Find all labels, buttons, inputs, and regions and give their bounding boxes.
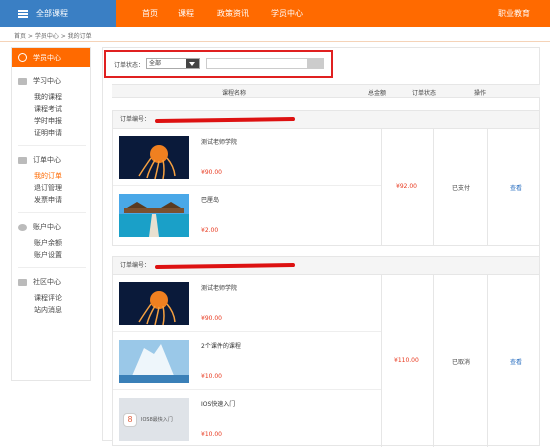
col-course-name: 课程名称	[222, 90, 247, 97]
course-price: ¥90.00	[201, 315, 222, 322]
list-item: 8 IOS8最快入门 IOS快速入门 ¥10.00	[113, 391, 381, 448]
course-thumbnail-bali[interactable]	[119, 194, 189, 237]
divider	[381, 129, 382, 245]
divider	[18, 212, 86, 213]
thumbnail-caption: IOS8最快入门	[141, 417, 173, 423]
course-name[interactable]: IOS快速入门	[201, 399, 235, 408]
nav-courses[interactable]: 课程	[178, 8, 194, 19]
section-title-orders: 订单中心	[33, 156, 61, 164]
sidebar-item-certificate[interactable]: 证明申请	[18, 127, 90, 139]
sidebar-section-title: 学习中心	[18, 75, 90, 87]
order-status-select[interactable]: 全部	[146, 58, 200, 69]
course-thumbnail-jellyfish[interactable]	[119, 282, 189, 325]
sidebar-section-account: 账户中心 账户余额 账户设置	[12, 221, 90, 268]
sidebar-section-community: 社区中心 课程评论 站内消息	[12, 276, 90, 316]
divider	[433, 275, 434, 447]
section-title-community: 社区中心	[33, 278, 61, 286]
sidebar-section-title: 订单中心	[18, 154, 90, 166]
sidebar-header[interactable]: 学员中心	[12, 48, 90, 67]
sidebar-section-orders: 订单中心 我的订单 退订管理 发票申请	[12, 154, 90, 213]
col-action: 操作	[474, 90, 487, 97]
list-item: 测试老师学院 ¥90.00	[113, 275, 381, 332]
order-total: ¥110.00	[394, 357, 419, 364]
course-name[interactable]: 测试老师学院	[201, 137, 237, 146]
divider	[381, 275, 382, 447]
order-status-select-value: 全部	[149, 60, 162, 67]
order-number-label: 订单编号：	[120, 262, 151, 269]
nav-vocational-education[interactable]: 职业教育	[498, 0, 530, 27]
dollar-icon	[18, 223, 27, 231]
sidebar-item-hours-report[interactable]: 学时申报	[18, 115, 90, 127]
sidebar-item-messages[interactable]: 站内消息	[18, 304, 90, 316]
sidebar-header-label: 学员中心	[33, 53, 61, 62]
edit-icon	[18, 156, 27, 164]
course-price: ¥10.00	[201, 431, 222, 438]
search-button[interactable]	[307, 59, 323, 68]
chevron-down-icon[interactable]	[186, 59, 199, 68]
sidebar-item-invoice[interactable]: 发票申请	[18, 194, 90, 206]
sidebar: 学员中心 学习中心 我的课程 课程考试 学时申报 证明申请 订单中心 我的订单 …	[11, 47, 91, 381]
sidebar-item-my-courses[interactable]: 我的课程	[18, 91, 90, 103]
sidebar-item-balance[interactable]: 账户余额	[18, 237, 90, 249]
redaction-mark	[154, 263, 296, 269]
course-price: ¥10.00	[201, 373, 222, 380]
order-card: 订单编号： 测试老师学院 ¥90.00 巴厘岛 ¥2.00 ¥92.00 已支付…	[112, 110, 540, 246]
order-header: 订单编号：	[113, 257, 539, 275]
order-status: 已支付	[452, 185, 471, 192]
nav-home[interactable]: 首页	[142, 8, 158, 19]
divider	[487, 129, 488, 245]
col-status: 订单状态	[412, 90, 437, 97]
divider	[433, 129, 434, 245]
sidebar-item-my-orders[interactable]: 我的订单	[18, 170, 90, 182]
course-name[interactable]: 巴厘岛	[201, 195, 219, 204]
list-item: 测试老师学院 ¥90.00	[113, 129, 381, 186]
list-item: 巴厘岛 ¥2.00	[113, 187, 381, 244]
view-order-link[interactable]: 查看	[510, 357, 522, 366]
order-card: 订单编号： 测试老师学院 ¥90.00 2个课件的课程 ¥10.00 8 IOS…	[112, 256, 540, 448]
sidebar-item-settings[interactable]: 账户设置	[18, 249, 90, 261]
nav-student-center[interactable]: 学员中心	[271, 8, 303, 19]
divider	[487, 275, 488, 447]
divider	[18, 267, 86, 268]
order-number-label: 订单编号：	[120, 116, 151, 123]
search-input[interactable]	[206, 58, 324, 69]
sidebar-item-comments[interactable]: 课程评论	[18, 292, 90, 304]
menu-icon	[18, 9, 28, 18]
sidebar-section-learning: 学习中心 我的课程 课程考试 学时申报 证明申请	[12, 75, 90, 146]
book-icon	[18, 77, 27, 85]
order-header: 订单编号：	[113, 111, 539, 129]
people-icon	[18, 278, 27, 286]
section-title-learning: 学习中心	[33, 77, 61, 85]
order-total: ¥92.00	[396, 183, 417, 190]
section-title-account: 账户中心	[33, 223, 61, 231]
col-total: 总金额	[368, 90, 387, 97]
course-name[interactable]: 测试老师学院	[201, 283, 237, 292]
nav-policy-news[interactable]: 政策资讯	[217, 8, 249, 19]
breadcrumb: 首页 > 学员中心 > 我的订单	[14, 33, 92, 40]
ios-app-icon: 8	[123, 412, 137, 427]
course-price: ¥90.00	[201, 169, 222, 176]
sidebar-item-course-exam[interactable]: 课程考试	[18, 103, 90, 115]
redaction-mark	[154, 117, 296, 123]
divider	[0, 41, 550, 42]
divider	[18, 145, 86, 146]
order-status: 已取消	[452, 359, 471, 366]
course-thumbnail-iceberg[interactable]	[119, 340, 189, 383]
sidebar-item-refund[interactable]: 退订管理	[18, 182, 90, 194]
all-courses-button[interactable]: 全部课程	[0, 0, 116, 27]
sidebar-section-title: 社区中心	[18, 276, 90, 288]
all-courses-label: 全部课程	[36, 9, 68, 18]
table-header: 课程名称 总金额 订单状态 操作	[112, 84, 540, 98]
sidebar-section-title: 账户中心	[18, 221, 90, 233]
view-order-link[interactable]: 查看	[510, 183, 522, 192]
course-price: ¥2.00	[201, 227, 219, 234]
course-thumbnail-jellyfish[interactable]	[119, 136, 189, 179]
list-item: 2个课件的课程 ¥10.00	[113, 333, 381, 390]
user-icon	[18, 53, 27, 62]
course-name[interactable]: 2个课件的课程	[201, 341, 241, 350]
course-thumbnail-ios[interactable]: 8 IOS8最快入门	[119, 398, 189, 441]
filter-label: 订单状态：	[114, 62, 145, 69]
